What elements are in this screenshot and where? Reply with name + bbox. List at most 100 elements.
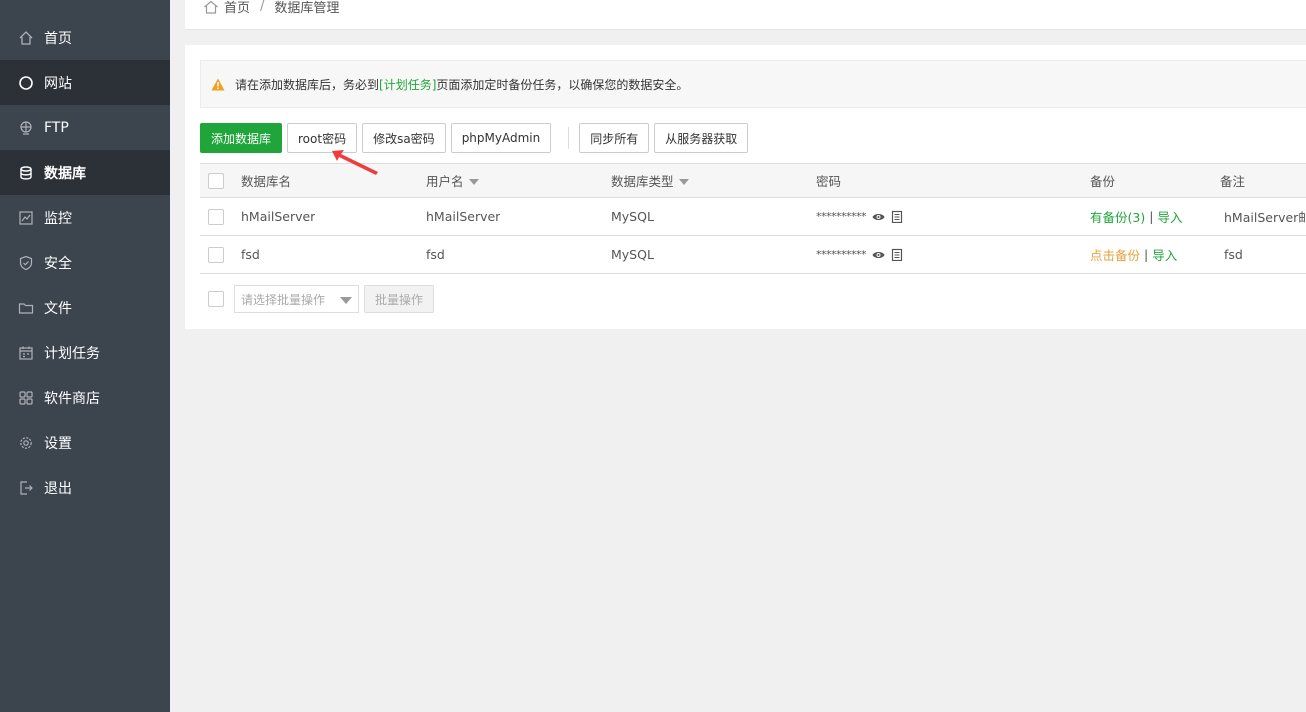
table-row: fsd fsd MySQL ********** 点击备份 | 导入 fsd xyxy=(200,236,1306,274)
sidebar-item-logout[interactable]: 退出 xyxy=(0,465,170,510)
sidebar-item-label: 安全 xyxy=(44,255,72,272)
breadcrumb-current: 数据库管理 xyxy=(274,1,340,16)
header-username[interactable]: 用户名 xyxy=(426,164,479,197)
sidebar-item-label: 文件 xyxy=(44,300,72,317)
batch-operations: 请选择批量操作 批量操作 xyxy=(200,285,435,313)
batch-select-all-checkbox[interactable] xyxy=(208,291,224,307)
action-separator: | xyxy=(1149,209,1154,224)
alert-text-suffix: 页面添加定时备份任务，以确保您的数据安全。 xyxy=(436,77,689,92)
sidebar-item-cron[interactable]: 计划任务 xyxy=(0,330,170,375)
row-checkbox[interactable] xyxy=(208,246,224,263)
breadcrumb-bar: 首页 / 数据库管理 xyxy=(185,0,1306,30)
backup-warning-alert: 请在添加数据库后，务必到 [计划任务] 页面添加定时备份任务，以确保您的数据安全。 xyxy=(200,60,1306,108)
toolbar: 添加数据库 root密码 修改sa密码 phpMyAdmin 同步所有 从服务器… xyxy=(200,123,753,153)
cell-username: fsd xyxy=(426,247,445,262)
import-link[interactable]: 导入 xyxy=(1152,245,1177,264)
sidebar-item-label: 数据库 xyxy=(44,165,86,182)
folder-icon xyxy=(18,300,34,316)
sidebar-menu: 首页 网站 FTP 数据库 监控 安全 文件 计划任务 软件商店 设置 退出 xyxy=(0,15,170,510)
click-backup-link[interactable]: 点击备份 xyxy=(1090,245,1140,264)
sidebar-item-label: 监控 xyxy=(44,210,72,227)
batch-operation-button[interactable]: 批量操作 xyxy=(364,285,435,313)
annotation-arrow xyxy=(332,150,378,175)
shield-icon xyxy=(18,255,34,271)
cell-db-name: fsd xyxy=(241,247,260,262)
sidebar-item-label: FTP xyxy=(44,119,69,136)
sidebar-item-website[interactable]: 网站 xyxy=(0,60,170,105)
action-separator: | xyxy=(1144,247,1149,262)
sort-caret-icon xyxy=(678,178,689,185)
breadcrumb-home-link[interactable]: 首页 xyxy=(224,0,250,16)
sidebar-item-home[interactable]: 首页 xyxy=(0,15,170,60)
row-checkbox[interactable] xyxy=(208,208,224,225)
cell-db-name: hMailServer xyxy=(241,209,316,224)
sidebar-item-ftp[interactable]: FTP xyxy=(0,105,170,150)
header-db-name: 数据库名 xyxy=(241,174,292,189)
password-mask: ********** xyxy=(816,210,867,223)
sidebar-item-database[interactable]: 数据库 xyxy=(0,150,170,195)
cell-db-type: MySQL xyxy=(611,209,654,224)
batch-operation-select[interactable]: 请选择批量操作 xyxy=(234,285,359,313)
monitor-icon xyxy=(18,210,34,226)
copy-icon[interactable] xyxy=(891,248,903,261)
select-all-checkbox[interactable] xyxy=(208,172,224,189)
breadcrumb: 首页 / 数据库管理 xyxy=(203,0,339,16)
alert-text-prefix: 请在添加数据库后，务必到 xyxy=(235,77,380,92)
database-table: 数据库名 用户名 数据库类型 密码 备份 备注 hMailServer hMai… xyxy=(200,163,1306,274)
chevron-down-icon xyxy=(340,297,352,304)
select-all-cell xyxy=(208,164,224,197)
cell-note[interactable]: hMailServer邮件 xyxy=(1220,198,1306,235)
header-note: 备注 xyxy=(1220,174,1246,189)
header-backup: 备份 xyxy=(1090,174,1116,189)
eye-icon[interactable] xyxy=(872,212,885,222)
header-db-type[interactable]: 数据库类型 xyxy=(611,164,689,197)
sidebar-item-files[interactable]: 文件 xyxy=(0,285,170,330)
globe-icon xyxy=(18,75,34,91)
sidebar-item-store[interactable]: 软件商店 xyxy=(0,375,170,420)
database-panel: 请在添加数据库后，务必到 [计划任务] 页面添加定时备份任务，以确保您的数据安全。 … xyxy=(185,45,1306,329)
database-icon xyxy=(18,165,34,181)
sidebar-item-label: 计划任务 xyxy=(44,345,100,362)
sidebar-item-label: 网站 xyxy=(44,75,72,92)
sidebar: 首页 网站 FTP 数据库 监控 安全 文件 计划任务 软件商店 设置 退出 xyxy=(0,0,170,712)
table-row: hMailServer hMailServer MySQL **********… xyxy=(200,198,1306,236)
sidebar-item-settings[interactable]: 设置 xyxy=(0,420,170,465)
header-db-type-label: 数据库类型 xyxy=(611,174,674,189)
cron-task-link[interactable]: [计划任务] xyxy=(379,76,436,93)
sort-caret-icon xyxy=(468,178,479,185)
home-icon xyxy=(203,0,219,14)
gear-icon xyxy=(18,435,34,451)
batch-select-placeholder: 请选择批量操作 xyxy=(241,292,326,307)
row-select-cell xyxy=(208,236,224,273)
row-select-cell xyxy=(208,198,224,235)
cell-password: ********** xyxy=(816,236,909,273)
apps-grid-icon xyxy=(18,390,34,406)
warning-icon xyxy=(211,78,225,91)
header-password: 密码 xyxy=(816,174,842,189)
cell-backup: 有备份(3) | 导入 xyxy=(1090,198,1182,235)
import-link[interactable]: 导入 xyxy=(1157,207,1182,226)
cell-db-type: MySQL xyxy=(611,247,654,262)
cell-password: ********** xyxy=(816,198,909,235)
cell-username: hMailServer xyxy=(426,209,501,224)
eye-icon[interactable] xyxy=(872,250,885,260)
cell-note[interactable]: fsd xyxy=(1220,236,1306,273)
sidebar-item-monitor[interactable]: 监控 xyxy=(0,195,170,240)
sidebar-item-label: 退出 xyxy=(44,480,72,497)
logout-icon xyxy=(18,480,34,496)
sync-all-button[interactable]: 同步所有 xyxy=(579,123,650,153)
home-icon xyxy=(18,30,34,46)
toolbar-divider xyxy=(568,127,570,149)
cell-backup: 点击备份 | 导入 xyxy=(1090,236,1177,273)
copy-icon[interactable] xyxy=(891,210,903,223)
backup-count-link[interactable]: 有备份(3) xyxy=(1090,207,1145,226)
sidebar-item-label: 首页 xyxy=(44,30,72,47)
calendar-icon xyxy=(18,345,34,361)
sidebar-item-label: 软件商店 xyxy=(44,390,100,407)
sidebar-item-security[interactable]: 安全 xyxy=(0,240,170,285)
add-database-button[interactable]: 添加数据库 xyxy=(200,123,283,153)
sidebar-item-label: 设置 xyxy=(44,435,72,452)
fetch-from-server-button[interactable]: 从服务器获取 xyxy=(654,123,749,153)
header-username-label: 用户名 xyxy=(426,174,464,189)
phpmyadmin-button[interactable]: phpMyAdmin xyxy=(450,123,552,153)
